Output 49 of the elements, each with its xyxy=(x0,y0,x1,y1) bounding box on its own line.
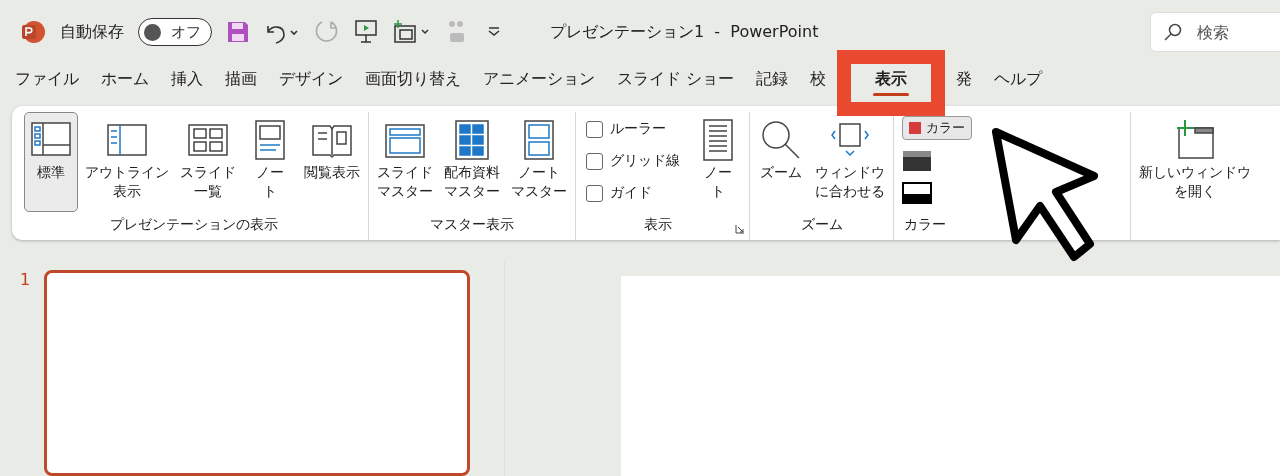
checkbox[interactable]: グリッド線 xyxy=(586,152,680,171)
ribbon-tab[interactable]: 挿入 xyxy=(160,69,214,101)
ribbon-tab[interactable]: アニメーション xyxy=(472,69,606,101)
ribbon-button[interactable]: 標準 xyxy=(24,112,78,213)
ribbon-button[interactable]: ズーム xyxy=(754,112,808,213)
ribbon-button[interactable]: スライド マスター xyxy=(373,112,437,213)
ribbon-tab[interactable]: 校 xyxy=(799,69,838,101)
add-slide-icon[interactable] xyxy=(392,19,432,46)
presentation-icon[interactable] xyxy=(354,19,378,46)
dialog-launcher-icon[interactable] xyxy=(735,224,745,234)
ribbon-button[interactable]: アウトライン 表示 xyxy=(81,112,173,213)
ribbon-tab[interactable]: 発 xyxy=(945,69,984,101)
save-icon[interactable] xyxy=(226,20,250,45)
ribbon-button[interactable]: 配布資料 マスター xyxy=(440,112,504,213)
ribbon-tab[interactable]: 描画 xyxy=(214,69,268,101)
fit-window-icon xyxy=(831,123,869,158)
ribbon-button[interactable]: スライド 一覧 xyxy=(176,112,240,213)
ribbon-tab[interactable]: 記録 xyxy=(745,69,800,101)
group-label: プレゼンテーションの表示 xyxy=(109,216,279,234)
ribbon-tab[interactable]: ヘルプ xyxy=(983,69,1054,101)
ribbon-button[interactable]: 新しいウィンドウ を開く xyxy=(1135,112,1255,213)
ribbon-tab[interactable]: スライド ショー xyxy=(606,69,746,101)
group-label: カラー xyxy=(903,216,947,234)
ribbon-tab[interactable]: ファイル xyxy=(4,69,90,101)
shaded-rectangle-icon[interactable] xyxy=(902,150,932,173)
color-swatch-icon xyxy=(909,122,921,135)
slide-thumbnail[interactable] xyxy=(44,270,471,476)
search-field[interactable]: 検索 xyxy=(1150,12,1280,53)
ribbon-button[interactable]: ノート マスター xyxy=(507,112,571,213)
ribbon-tab[interactable]: 表示 xyxy=(864,69,919,101)
window-title: プレゼンテーション1 - PowerPoint xyxy=(550,21,819,43)
ribbon-tab[interactable]: ホーム xyxy=(90,69,160,101)
group-label: ズーム xyxy=(799,216,844,234)
ribbon-button[interactable]: ウィンドウ に合わせる xyxy=(811,112,889,213)
group-label: マスター表示 xyxy=(429,216,515,234)
checkbox[interactable]: ルーラー xyxy=(586,120,680,139)
autosave-label: 自動保存 xyxy=(60,21,124,43)
split-rectangle-icon[interactable] xyxy=(902,182,932,205)
ribbon-tab[interactable]: デザイン xyxy=(268,69,354,101)
checkbox[interactable]: ガイド xyxy=(586,184,680,203)
ribbon-tab[interactable]: 画面切り替え xyxy=(354,69,472,101)
ribbon-button[interactable]: ノー ト xyxy=(243,112,297,213)
app-logo-icon xyxy=(20,19,46,46)
autosave-toggle[interactable]: オフ xyxy=(138,18,212,47)
color-button[interactable]: カラー xyxy=(902,116,972,141)
slide-number: 1 xyxy=(20,270,31,291)
ribbon-button[interactable]: ノー ト xyxy=(691,112,745,213)
group-label: 表示 xyxy=(642,216,673,234)
ribbon-button[interactable]: 閲覧表示 xyxy=(300,112,364,213)
